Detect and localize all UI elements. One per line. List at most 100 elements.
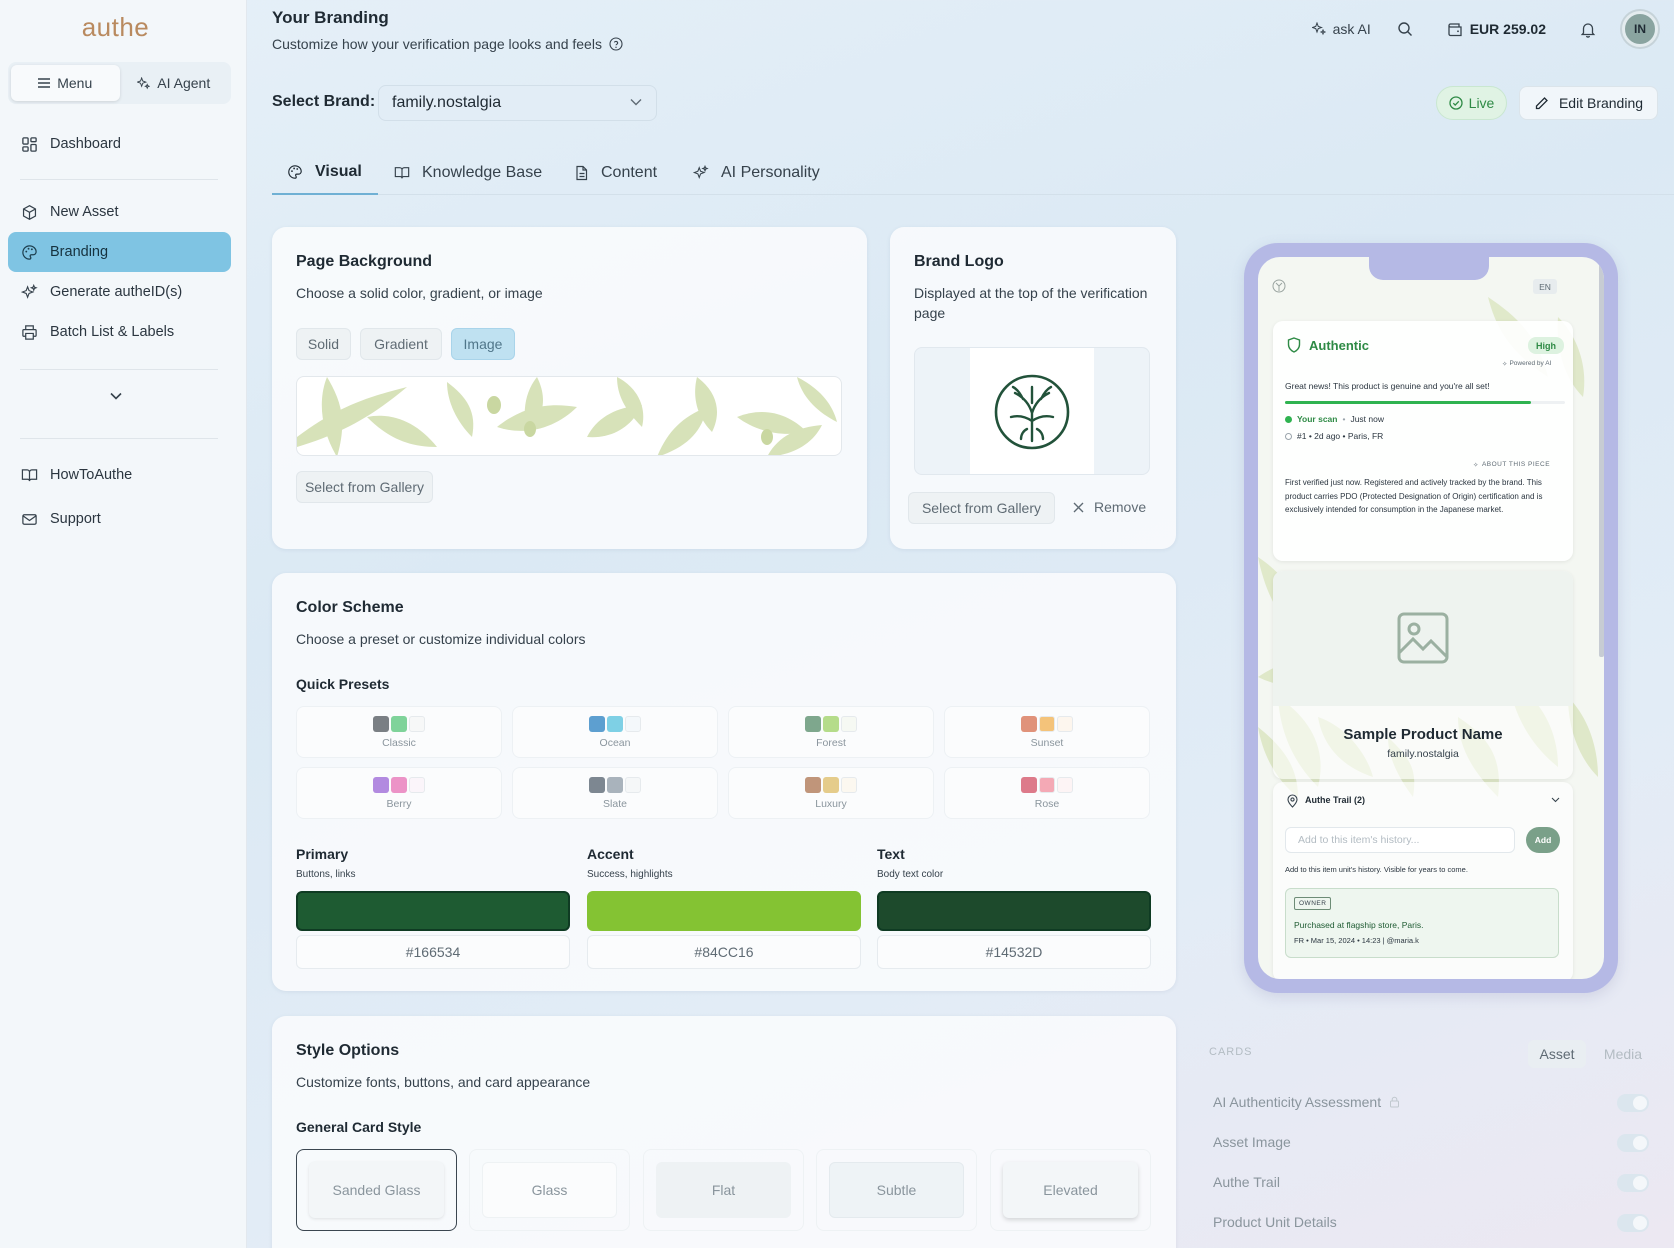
primary-color-swatch[interactable] xyxy=(296,891,570,931)
style-option-flat[interactable]: Flat xyxy=(643,1149,804,1231)
about-text: First verified just now. Registered and … xyxy=(1285,478,1543,515)
sparkle-icon: ✧ xyxy=(1502,361,1508,368)
avatar[interactable]: IN xyxy=(1622,11,1658,47)
menu-mode-button[interactable]: Menu xyxy=(11,65,120,101)
app-logo[interactable]: authe xyxy=(0,12,231,43)
primary-color-hex-input[interactable]: #166534 xyxy=(296,935,570,969)
search-icon[interactable] xyxy=(1397,21,1413,37)
preset-classic[interactable]: Classic xyxy=(296,706,502,758)
card-title: Color Scheme xyxy=(296,599,404,616)
chevron-down-icon[interactable] xyxy=(1551,797,1560,803)
check-circle-icon xyxy=(1449,96,1463,110)
tab-visual[interactable]: Visual xyxy=(272,150,378,195)
bell-icon[interactable] xyxy=(1580,21,1596,38)
page-subtitle-text: Customize how your verification page loo… xyxy=(272,36,602,52)
cards-asset-tab[interactable]: Asset xyxy=(1528,1040,1586,1068)
general-card-style-label: General Card Style xyxy=(296,1119,422,1135)
card-subtitle: Displayed at the top of the verification… xyxy=(914,285,1148,322)
style-option-subtle[interactable]: Subtle xyxy=(816,1149,977,1231)
preset-luxury[interactable]: Luxury xyxy=(728,767,934,819)
preset-swatch xyxy=(1021,716,1037,732)
text-color-hex-input[interactable]: #14532D xyxy=(877,935,1151,969)
quick-presets-label: Quick Presets xyxy=(296,676,390,692)
cards-media-tab[interactable]: Media xyxy=(1594,1040,1652,1068)
background-gradient-option[interactable]: Gradient xyxy=(360,328,442,360)
style-option-elevated[interactable]: Elevated xyxy=(990,1149,1151,1231)
help-circle-icon[interactable] xyxy=(609,37,623,51)
scan-history: #1 • 2d ago • Paris, FR xyxy=(1297,431,1384,441)
language-selector[interactable]: EN xyxy=(1533,279,1557,294)
confidence-bar-fill xyxy=(1285,401,1532,404)
preset-berry[interactable]: Berry xyxy=(296,767,502,819)
style-option-glass[interactable]: Glass xyxy=(469,1149,630,1231)
background-solid-option[interactable]: Solid xyxy=(296,328,351,360)
tree-logo-image xyxy=(994,374,1070,450)
tab-knowledge-base[interactable]: Knowledge Base xyxy=(394,150,542,195)
sidebar-item-batch-list[interactable]: Batch List & Labels xyxy=(8,312,231,352)
book-open-icon xyxy=(21,468,38,481)
wallet-balance[interactable]: EUR 259.02 xyxy=(1447,21,1546,37)
phone-notch xyxy=(1369,257,1489,280)
book-open-icon xyxy=(394,166,410,178)
owner-badge: OWNER xyxy=(1294,897,1332,910)
accent-color-hex-input[interactable]: #84CC16 xyxy=(587,935,861,969)
ask-ai-button[interactable]: ask AI xyxy=(1311,21,1371,37)
logo-preview[interactable] xyxy=(914,347,1150,475)
background-gallery-button[interactable]: Select from Gallery xyxy=(296,471,433,503)
preset-swatches xyxy=(372,716,426,732)
card-row-product-unit-details: Product Unit Details xyxy=(1213,1214,1337,1230)
add-history-button[interactable]: Add xyxy=(1526,827,1560,853)
preset-sunset[interactable]: Sunset xyxy=(944,706,1150,758)
asset-image-toggle[interactable] xyxy=(1617,1134,1649,1152)
tab-content[interactable]: Content xyxy=(574,150,657,195)
card-subtitle: Choose a solid color, gradient, or image xyxy=(296,285,543,301)
preset-swatches xyxy=(804,777,858,793)
preset-slate[interactable]: Slate xyxy=(512,767,718,819)
preset-rose[interactable]: Rose xyxy=(944,767,1150,819)
accent-color-swatch[interactable] xyxy=(587,891,861,931)
text-color-swatch[interactable] xyxy=(877,891,1151,931)
authe-trail-toggle[interactable] xyxy=(1617,1174,1649,1192)
pencil-icon xyxy=(1535,96,1548,109)
phone-screen: EN Authentic High ✧ Powered by AI Great n… xyxy=(1258,257,1604,979)
palette-icon xyxy=(22,244,37,260)
edit-branding-button[interactable]: Edit Branding xyxy=(1519,86,1658,120)
sidebar-item-dashboard[interactable]: Dashboard xyxy=(8,124,231,164)
preset-forest[interactable]: Forest xyxy=(728,706,934,758)
add-history-input[interactable]: Add to this item's history... xyxy=(1285,827,1515,853)
authentic-message: Great news! This product is genuine and … xyxy=(1285,381,1490,391)
card-row-label: Authe Trail xyxy=(1213,1174,1280,1190)
sidebar-item-branding[interactable]: Branding xyxy=(8,232,231,272)
background-image-option[interactable]: Image xyxy=(451,328,515,360)
sidebar-item-new-asset[interactable]: New Asset xyxy=(8,192,231,232)
product-unit-details-toggle[interactable] xyxy=(1617,1214,1649,1232)
trail-entry-owner: OWNER Purchased at flagship store, Paris… xyxy=(1285,888,1559,958)
background-image-preview[interactable] xyxy=(296,376,842,456)
chevron-down-icon[interactable] xyxy=(110,392,122,400)
scan-time: Just now xyxy=(1350,414,1384,424)
sidebar-item-howtoauthe[interactable]: HowToAuthe xyxy=(8,455,231,495)
tab-ai-personality[interactable]: AI Personality xyxy=(693,150,820,195)
style-option-sanded-glass[interactable]: Sanded Glass xyxy=(296,1149,457,1231)
sidebar-item-label: Generate autheID(s) xyxy=(50,284,183,300)
tab-label: AI Personality xyxy=(721,163,820,181)
logo-gallery-button[interactable]: Select from Gallery xyxy=(908,492,1055,524)
preset-swatches xyxy=(1020,777,1074,793)
sidebar-item-support[interactable]: Support xyxy=(8,499,231,539)
ai-assessment-toggle[interactable] xyxy=(1617,1094,1649,1112)
authe-trail-card: Authe Trail (2) Add to this item's histo… xyxy=(1273,782,1573,979)
authe-trail-title[interactable]: Authe Trail (2) xyxy=(1305,795,1365,805)
style-option-label: Elevated xyxy=(1003,1162,1138,1218)
phone-scrollbar[interactable] xyxy=(1599,257,1604,657)
sidebar-item-generate[interactable]: Generate autheID(s) xyxy=(8,272,231,312)
preset-swatch xyxy=(1039,777,1055,793)
brand-logo-card: Brand Logo Displayed at the top of the v… xyxy=(890,227,1176,549)
brand-dropdown[interactable]: family.nostalgia xyxy=(378,85,657,121)
live-status-badge: Live xyxy=(1436,86,1507,120)
product-brand: family.nostalgia xyxy=(1387,748,1459,760)
remove-logo-button[interactable]: Remove xyxy=(1073,499,1146,515)
powered-by-ai-text: Powered by AI xyxy=(1509,360,1552,367)
preset-swatch xyxy=(823,716,839,732)
ai-agent-mode-button[interactable]: AI Agent xyxy=(120,65,229,101)
preset-ocean[interactable]: Ocean xyxy=(512,706,718,758)
